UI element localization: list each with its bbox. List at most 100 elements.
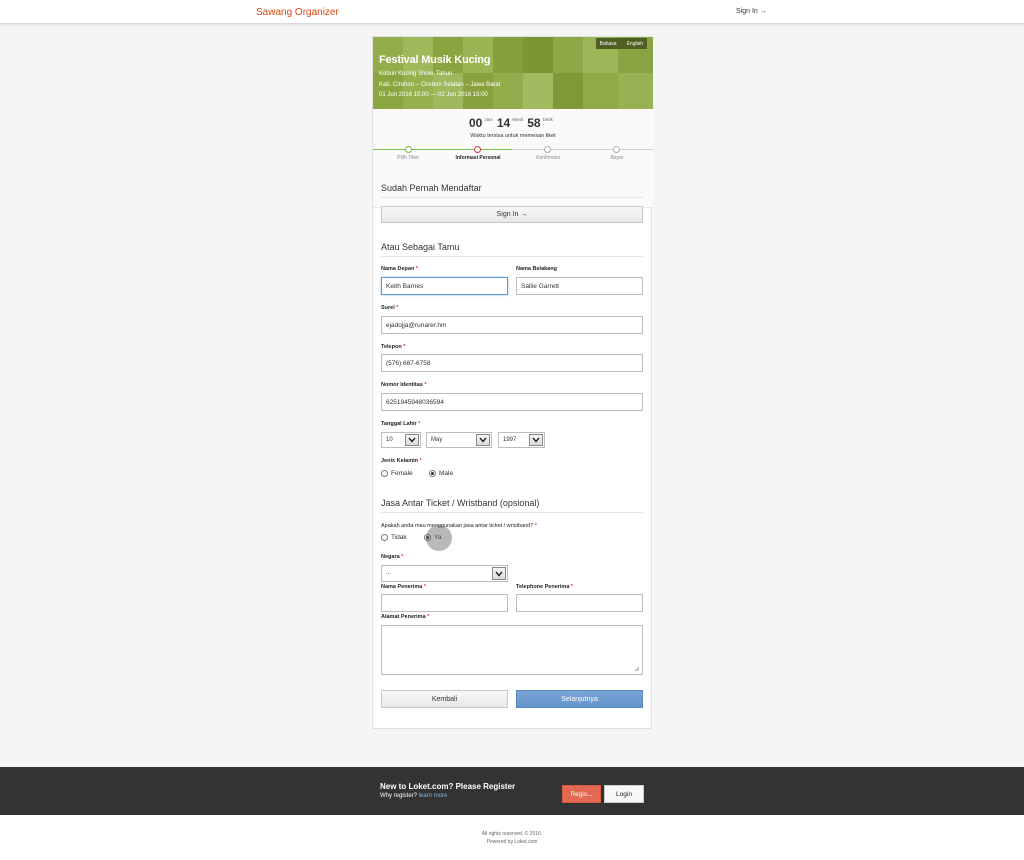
banner-tile	[403, 73, 433, 109]
brand-logo[interactable]: Sawang Organizer	[256, 7, 339, 18]
birth-day-value: 10	[386, 437, 393, 443]
section-divider	[381, 197, 643, 198]
next-button[interactable]: Selanjutnya	[516, 690, 643, 708]
chevron-down-icon[interactable]	[529, 434, 543, 446]
country-select[interactable]: ...	[381, 565, 508, 582]
id-number-input[interactable]: 6251945948036594	[381, 393, 643, 411]
country-value: ...	[386, 570, 392, 576]
radio-circle[interactable]	[381, 470, 388, 477]
step-dot-konfirmasi	[544, 146, 551, 153]
banner-tile	[618, 73, 653, 109]
chevron-down-icon[interactable]	[405, 434, 419, 446]
recipient-phone-input[interactable]	[516, 594, 643, 612]
register-footer: New to Loket.com? Please Register Why re…	[0, 767, 1024, 815]
chevron-down-icon[interactable]	[476, 434, 490, 446]
email-input[interactable]: ejadojja@runarer.hm	[381, 316, 643, 334]
email-label-text: Surel	[381, 305, 395, 311]
required-asterisk: *	[403, 344, 406, 350]
powered-by-text: Powered by Loket.com	[486, 839, 538, 845]
step-label-konfirmasi: Konfirmasi	[536, 155, 560, 161]
last-name-input[interactable]: Sallie Garrett	[516, 277, 643, 295]
recipient-name-label-text: Nama Penerima	[381, 584, 423, 590]
step-dot-bayar	[613, 146, 620, 153]
chevron-down-icon[interactable]	[492, 567, 506, 580]
event-location: Kab. Cirebon – Cirebon Selatan – Jawa Ba…	[379, 82, 501, 88]
login-button[interactable]: Login	[604, 785, 644, 803]
gender-female-radio[interactable]: Female	[381, 470, 413, 477]
event-dates: 01 Jun 2016 15:00 — 02 Jun 2016 15:00	[379, 92, 488, 98]
recipient-name-label: Nama Penerima *	[381, 584, 426, 590]
birth-month-select[interactable]: May	[426, 432, 492, 448]
radio-circle[interactable]	[381, 534, 388, 541]
first-name-input[interactable]: Keith Barnes	[381, 277, 508, 295]
step-label-informasi-personal: Informasi Personal	[455, 155, 501, 161]
birth-year-select[interactable]: 1997	[498, 432, 545, 448]
guest-section-title: Atau Sebagai Tamu	[381, 242, 460, 252]
step-label-bayar: Bayar	[610, 155, 624, 161]
gender-label: Jenis Kelamin *	[381, 458, 422, 464]
event-venue: Kebun Kucing Show, Tahun	[379, 71, 453, 77]
birth-day-select[interactable]: 10	[381, 432, 421, 448]
delivery-section-title: Jasa Antar Ticket / Wristband (opsional)	[381, 498, 540, 508]
section-divider	[381, 256, 643, 257]
recipient-phone-label-text: Telephone Penerima	[516, 584, 570, 590]
language-value[interactable]: English	[627, 41, 643, 47]
language-switcher[interactable]: Bahasa English	[595, 38, 647, 49]
delivery-question: Apakah anda mau menggunakan jasa antar t…	[381, 523, 537, 529]
countdown-panel: 00 Jam 14 Menit 58 Detik Waktu tersisa u…	[373, 109, 653, 208]
timer-minutes-unit: Menit	[512, 117, 524, 122]
banner-tile	[373, 73, 403, 109]
birth-month-value: May	[431, 437, 443, 443]
banner-tile	[493, 73, 523, 109]
countdown-timer: 00 Jam 14 Menit 58 Detik	[469, 116, 557, 130]
required-asterisk: *	[419, 458, 422, 464]
timer-hours: 00	[469, 116, 483, 130]
section-divider	[381, 512, 643, 513]
gender-male-radio[interactable]: Male	[429, 470, 453, 477]
delivery-no-radio[interactable]: Tidak	[381, 534, 407, 541]
registered-section-title: Sudah Pernah Mendaftar	[381, 183, 482, 193]
first-name-label: Nama Depan *	[381, 266, 418, 272]
language-label: Bahasa	[599, 40, 617, 47]
recipient-address-textarea[interactable]	[381, 625, 643, 675]
id-number-label: Nomor Identitas *	[381, 382, 427, 388]
header-sign-in-link[interactable]: Sign In →	[736, 8, 767, 15]
phone-input[interactable]: (576) 687-6758	[381, 354, 643, 372]
banner-tile	[583, 73, 618, 109]
birth-year-value: 1997	[503, 437, 517, 443]
radio-circle-selected[interactable]	[429, 470, 436, 477]
delivery-no-label: Tidak	[391, 534, 407, 541]
timer-seconds-unit: Detik	[542, 117, 553, 122]
required-asterisk: *	[415, 266, 418, 272]
sign-in-button[interactable]: Sign In →	[381, 206, 643, 223]
required-asterisk: *	[427, 614, 430, 620]
footer-title: New to Loket.com? Please Register	[380, 782, 516, 791]
learn-more-link[interactable]: learn more	[419, 793, 448, 799]
gender-male-label: Male	[439, 470, 454, 477]
register-button[interactable]: Regis...	[562, 785, 601, 803]
banner-tile	[523, 73, 553, 109]
phone-label-text: Telepon	[381, 344, 402, 350]
footer-why-text: Why register?	[380, 793, 418, 799]
required-asterisk: *	[418, 421, 421, 427]
required-asterisk: *	[423, 584, 426, 590]
checkout-progress: Pilih Tiket Informasi Personal Konfirmas…	[373, 145, 653, 165]
required-asterisk: *	[534, 523, 537, 529]
timer-caption: Waktu tersisa untuk memesan tiket	[470, 133, 556, 139]
back-button[interactable]: Kembali	[381, 690, 508, 708]
banner-tile	[493, 37, 523, 73]
recipient-name-input[interactable]	[381, 594, 508, 612]
banner-tile	[463, 73, 493, 109]
click-indicator	[426, 525, 452, 551]
first-name-label-text: Nama Depan	[381, 266, 415, 272]
timer-hours-unit: Jam	[484, 117, 493, 122]
required-asterisk: *	[570, 584, 574, 590]
checkout-card: Bahasa English Festival Musik Kucing Keb…	[372, 36, 653, 729]
banner-tile	[523, 37, 553, 73]
page-bottom: All rights reserved. © 2016. Powered by …	[0, 815, 1024, 860]
resize-grip-icon[interactable]	[634, 666, 640, 672]
step-label-pilih-tiket: Pilih Tiket	[397, 155, 419, 161]
gender-label-text: Jenis Kelamin	[381, 458, 418, 464]
step-dot-pilih-tiket	[405, 146, 412, 153]
banner-tile	[553, 37, 583, 73]
